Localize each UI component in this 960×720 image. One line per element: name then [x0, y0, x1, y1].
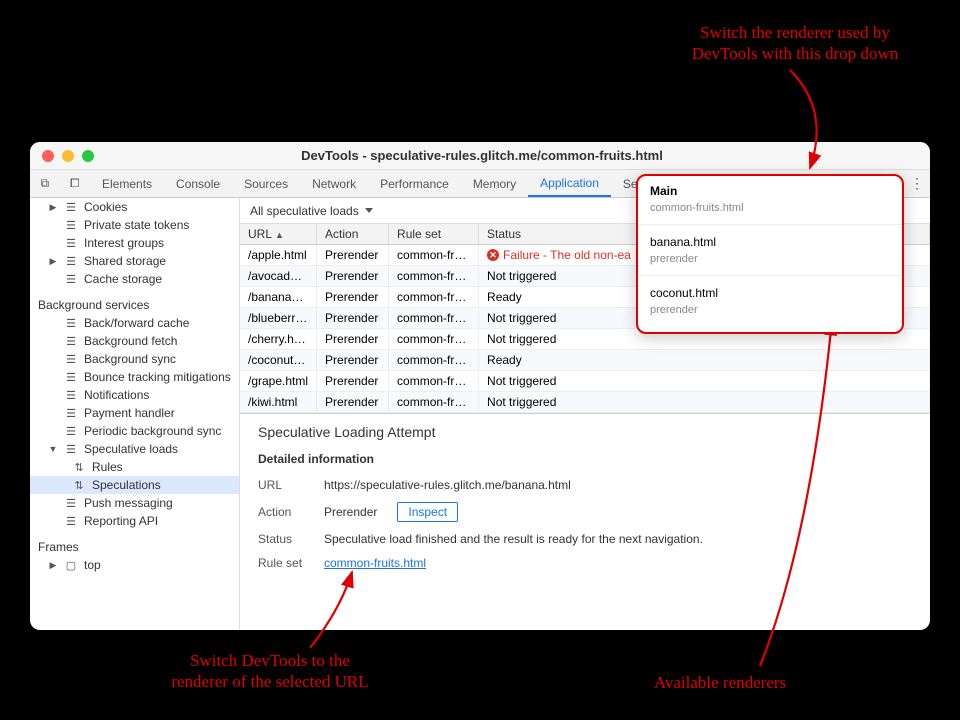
sidebar-item-background-fetch[interactable]: ☰Background fetch	[30, 332, 239, 350]
column-action[interactable]: Action	[317, 224, 389, 245]
storage-icon: ☰	[64, 443, 78, 456]
titlebar: DevTools - speculative-rules.glitch.me/c…	[30, 142, 930, 170]
tab-performance[interactable]: Performance	[368, 170, 461, 197]
detail-panel: Speculative Loading Attempt Detailed inf…	[240, 414, 930, 630]
table-row[interactable]: /grape.htmlPrerendercommon-fr…Not trigge…	[240, 371, 930, 392]
dropdown-main-sub: common-fruits.html	[638, 202, 902, 218]
device-toggle-icon[interactable]: ⧠	[70, 176, 80, 191]
detail-ruleset-link[interactable]: common-fruits.html	[324, 556, 426, 570]
sidebar-item-reporting-api[interactable]: ☰Reporting API	[30, 512, 239, 530]
sidebar-frame-top[interactable]: ▶▢top	[30, 556, 239, 574]
table-row[interactable]: /coconut…Prerendercommon-fr…Ready	[240, 350, 930, 371]
column-url[interactable]: URL▲	[240, 224, 317, 245]
sidebar-item-payment-handler[interactable]: ☰Payment handler	[30, 404, 239, 422]
annotation-bottom-left: Switch DevTools to the renderer of the s…	[140, 650, 400, 693]
tab-elements[interactable]: Elements	[90, 170, 164, 197]
sidebar-item-shared-storage[interactable]: ▶☰Shared storage	[30, 252, 239, 270]
sidebar-section-frames: Frames	[30, 530, 239, 556]
error-icon: ✕	[487, 249, 499, 261]
detail-action-label: Action	[258, 505, 310, 519]
column-rule-set[interactable]: Rule set	[389, 224, 479, 245]
dropdown-main-heading[interactable]: Main	[638, 180, 902, 202]
sort-asc-icon: ▲	[275, 230, 284, 240]
sidebar-item-back-forward-cache[interactable]: ☰Back/forward cache	[30, 314, 239, 332]
sidebar-item-rules[interactable]: ⇅Rules	[30, 458, 239, 476]
detail-status-label: Status	[258, 532, 310, 546]
storage-icon: ☰	[64, 219, 78, 232]
chevron-right-icon: ▶	[48, 560, 58, 571]
sidebar-item-speculations[interactable]: ⇅Speculations	[30, 476, 239, 494]
tab-application[interactable]: Application	[528, 170, 611, 197]
sidebar-item-cookies[interactable]: ▶☰Cookies	[30, 198, 239, 216]
storage-icon: ☰	[64, 317, 78, 330]
annotation-top: Switch the renderer used by DevTools wit…	[660, 22, 930, 65]
table-row[interactable]: /kiwi.htmlPrerendercommon-fr…Not trigger…	[240, 392, 930, 413]
storage-icon: ☰	[64, 353, 78, 366]
storage-icon: ☰	[64, 335, 78, 348]
sidebar-item-periodic-background-sync[interactable]: ☰Periodic background sync	[30, 422, 239, 440]
storage-icon: ☰	[64, 273, 78, 286]
inspect-element-icon[interactable]: ⧉	[40, 176, 49, 191]
detail-url-label: URL	[258, 478, 310, 492]
sidebar-item-bounce-tracking-mitigations[interactable]: ☰Bounce tracking mitigations	[30, 368, 239, 386]
tab-sources[interactable]: Sources	[232, 170, 300, 197]
chevron-down-icon	[365, 208, 373, 213]
storage-icon: ☰	[64, 389, 78, 402]
storage-icon: ☰	[64, 425, 78, 438]
tab-memory[interactable]: Memory	[461, 170, 528, 197]
renderer-dropdown[interactable]: Main common-fruits.html banana.htmlprere…	[636, 174, 904, 334]
tab-network[interactable]: Network	[300, 170, 368, 197]
detail-heading: Speculative Loading Attempt	[258, 424, 912, 440]
detail-ruleset-label: Rule set	[258, 556, 310, 570]
detail-action-value: Prerender	[324, 505, 377, 519]
maximize-icon[interactable]	[82, 150, 94, 162]
tab-console[interactable]: Console	[164, 170, 232, 197]
sidebar-item-cache-storage[interactable]: ☰Cache storage	[30, 270, 239, 288]
chevron-right-icon: ▶	[48, 202, 58, 213]
inspect-button[interactable]: Inspect	[397, 502, 458, 522]
storage-icon: ☰	[64, 497, 78, 510]
sidebar-item-interest-groups[interactable]: ☰Interest groups	[30, 234, 239, 252]
sidebar-item-speculative-loads[interactable]: ▼☰Speculative loads	[30, 440, 239, 458]
dropdown-item[interactable]: coconut.htmlprerender	[638, 278, 902, 324]
detail-status-value: Speculative load finished and the result…	[324, 532, 703, 546]
sidebar-section-background: Background services	[30, 288, 239, 314]
transfer-icon: ⇅	[72, 461, 86, 474]
storage-icon: ☰	[64, 371, 78, 384]
traffic-lights	[30, 150, 94, 162]
frame-icon: ▢	[64, 559, 78, 572]
close-icon[interactable]	[42, 150, 54, 162]
sidebar-item-background-sync[interactable]: ☰Background sync	[30, 350, 239, 368]
sidebar-item-notifications[interactable]: ☰Notifications	[30, 386, 239, 404]
detail-subheading: Detailed information	[258, 452, 912, 466]
sidebar-item-private-state-tokens[interactable]: ☰Private state tokens	[30, 216, 239, 234]
dropdown-item[interactable]: banana.htmlprerender	[638, 227, 902, 273]
storage-icon: ☰	[64, 515, 78, 528]
sidebar: ▶☰Cookies☰Private state tokens☰Interest …	[30, 198, 240, 630]
transfer-icon: ⇅	[72, 479, 86, 492]
sidebar-item-push-messaging[interactable]: ☰Push messaging	[30, 494, 239, 512]
storage-icon: ☰	[64, 237, 78, 250]
storage-icon: ☰	[64, 201, 78, 214]
detail-url-value: https://speculative-rules.glitch.me/bana…	[324, 478, 571, 492]
chevron-down-icon: ▼	[48, 444, 58, 454]
annotation-bottom-right: Available renderers	[610, 672, 830, 693]
minimize-icon[interactable]	[62, 150, 74, 162]
storage-icon: ☰	[64, 255, 78, 268]
window-title: DevTools - speculative-rules.glitch.me/c…	[94, 148, 930, 163]
storage-icon: ☰	[64, 407, 78, 420]
chevron-right-icon: ▶	[48, 256, 58, 267]
kebab-icon[interactable]: ⋮	[910, 175, 924, 192]
